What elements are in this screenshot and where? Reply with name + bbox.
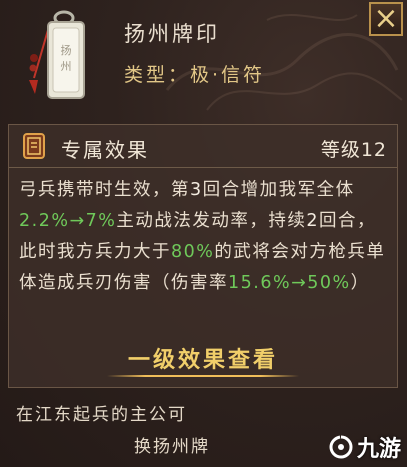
watermark-text: 九游	[356, 437, 401, 462]
effect-description: 弓兵携带时生效，第3回合增加我军全体2.2%→7%主动战法发动率，持续2回合，此…	[19, 175, 391, 299]
item-type: 类型：极·信符	[124, 64, 266, 86]
view-button-label: 一级效果查看	[127, 348, 278, 373]
effect-value-highlight: 2.2%→7%	[19, 211, 117, 231]
item-name: 扬州牌印	[124, 22, 220, 46]
effect-title: 专属效果	[61, 138, 149, 162]
lore-text-line-2: 换扬州牌	[134, 437, 210, 457]
effect-text-segment: 回合增加我军全体	[202, 180, 355, 200]
svg-text:州: 州	[61, 60, 72, 73]
effect-number: 3	[190, 180, 203, 200]
view-level-one-effect-button[interactable]: 一级效果查看	[9, 342, 397, 377]
effect-value-highlight: 15.6%→50%	[228, 273, 351, 293]
effect-text-segment: 弓兵携带时生效，第	[19, 180, 190, 200]
item-detail-panel: 扬 州 扬州牌印 类型：极·信符 × 专属效果 等级12 弓兵携带时生效，第3回…	[0, 0, 407, 467]
seal-badge-icon	[23, 133, 45, 159]
effect-level: 等级12	[320, 139, 387, 161]
effect-value-highlight: 80%	[171, 242, 215, 262]
effect-text-segment: 主动战法发动率，持续	[116, 211, 307, 231]
close-button[interactable]: ×	[369, 2, 403, 36]
jade-tablet-icon: 扬 州	[26, 8, 98, 104]
effect-number: 2	[306, 211, 320, 231]
watermark: 九游	[329, 431, 401, 463]
lore-text-line-1: 在江东起兵的主公可	[16, 405, 187, 425]
button-underline	[107, 375, 299, 377]
effect-header: 专属效果 等级12	[9, 125, 397, 168]
effect-text-segment: ）	[350, 273, 370, 293]
close-icon: ×	[373, 1, 399, 36]
jiuyou-logo-icon	[329, 435, 353, 459]
exclusive-effect-panel: 专属效果 等级12 弓兵携带时生效，第3回合增加我军全体 2.2%→7%主动战法发…	[8, 124, 398, 388]
svg-text:扬: 扬	[61, 43, 72, 57]
